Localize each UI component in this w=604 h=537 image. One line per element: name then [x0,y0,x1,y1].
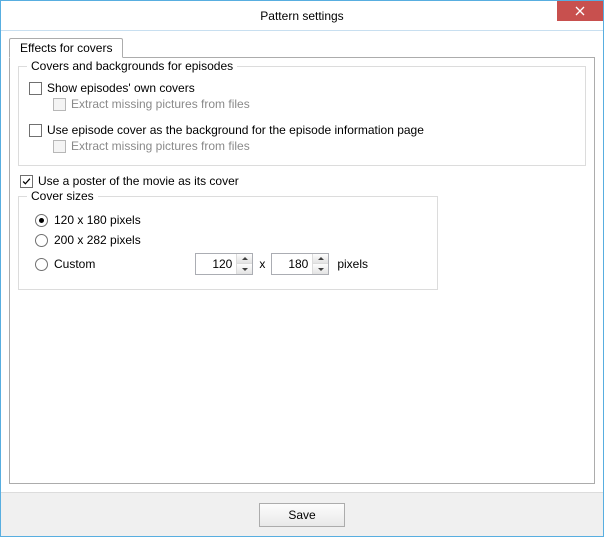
tabstrip: Effects for covers [9,36,595,57]
button-label: Save [288,508,315,522]
spin-down-button[interactable] [237,264,252,274]
chevron-down-icon [318,268,324,271]
group-legend: Cover sizes [27,189,98,203]
checkbox-use-poster-as-cover[interactable]: Use a poster of the movie as its cover [20,174,586,188]
checkbox-label: Extract missing pictures from files [71,139,250,153]
radio-label: 120 x 180 pixels [54,213,141,227]
chevron-up-icon [242,257,248,260]
window-title: Pattern settings [260,9,343,23]
radio-icon [35,258,48,271]
checkbox-label: Extract missing pictures from files [71,97,250,111]
checkbox-icon [29,124,42,137]
spin-up-button[interactable] [313,254,328,264]
close-button[interactable] [557,1,603,21]
chevron-down-icon [242,268,248,271]
checkbox-icon [53,98,66,111]
checkbox-icon [20,175,33,188]
radio-label: Custom [54,257,95,271]
close-icon [575,6,585,16]
client-area: Effects for covers Covers and background… [1,31,603,492]
tab-panel: Covers and backgrounds for episodes Show… [9,57,595,484]
checkbox-show-own-covers[interactable]: Show episodes' own covers [29,81,575,95]
checkbox-extract-missing-2: Extract missing pictures from files [53,139,575,153]
group-cover-sizes: Cover sizes 120 x 180 pixels 200 x 282 p… [18,196,438,290]
chevron-up-icon [318,257,324,260]
radio-icon [35,234,48,247]
x-separator: x [259,257,265,271]
spin-up-button[interactable] [237,254,252,264]
titlebar: Pattern settings [1,1,603,31]
spin-buttons [236,254,252,274]
window: Pattern settings Effects for covers Cove… [0,0,604,537]
pixels-label: pixels [337,257,368,271]
checkbox-use-cover-as-bg[interactable]: Use episode cover as the background for … [29,123,575,137]
spin-down-button[interactable] [313,264,328,274]
radio-custom[interactable]: Custom x [35,253,427,275]
footer: Save [1,492,603,536]
checkbox-label: Use a poster of the movie as its cover [38,174,239,188]
checkbox-icon [29,82,42,95]
custom-size-controls: x pixels [195,253,368,275]
radio-label: 200 x 282 pixels [54,233,141,247]
width-input[interactable] [196,254,236,274]
tab-effects-for-covers[interactable]: Effects for covers [9,38,123,58]
height-input[interactable] [272,254,312,274]
group-legend: Covers and backgrounds for episodes [27,59,237,73]
checkbox-extract-missing-1: Extract missing pictures from files [53,97,575,111]
spin-buttons [312,254,328,274]
width-spinner[interactable] [195,253,253,275]
tab-label: Effects for covers [20,41,112,55]
checkbox-label: Use episode cover as the background for … [47,123,424,137]
radio-200x282[interactable]: 200 x 282 pixels [35,233,427,247]
radio-icon [35,214,48,227]
radio-120x180[interactable]: 120 x 180 pixels [35,213,427,227]
group-covers-backgrounds: Covers and backgrounds for episodes Show… [18,66,586,166]
checkbox-icon [53,140,66,153]
checkbox-label: Show episodes' own covers [47,81,195,95]
save-button[interactable]: Save [259,503,345,527]
height-spinner[interactable] [271,253,329,275]
